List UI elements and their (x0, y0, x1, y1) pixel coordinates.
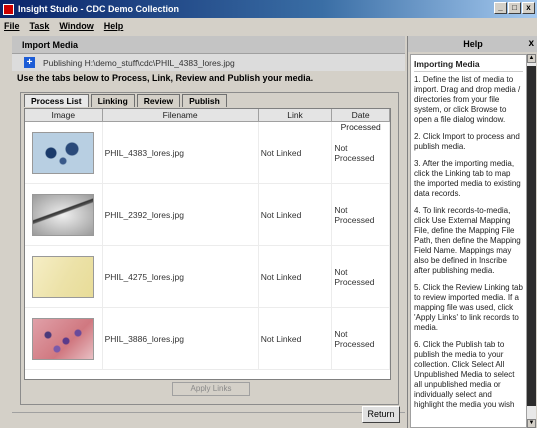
close-button[interactable]: x (522, 2, 535, 14)
menu-file[interactable]: File (4, 21, 20, 31)
image-cell (25, 184, 103, 245)
filename-cell: PHIL_3886_lores.jpg (103, 308, 259, 369)
help-close-icon[interactable]: x (528, 36, 534, 52)
tab-linking[interactable]: Linking (90, 94, 135, 107)
app-icon (3, 3, 14, 15)
thumbnail-image (32, 193, 95, 236)
menu-task[interactable]: Task (30, 21, 50, 31)
import-media-panel: Import Media + Publishing H:\demo_stuff\… (12, 36, 405, 428)
media-table: Image Filename Link Date Processed PHIL_… (24, 108, 391, 380)
date-cell: Not Processed (332, 308, 390, 369)
column-header-date[interactable]: Date Processed (332, 109, 390, 132)
help-panel: Help x Importing Media 1. Define the lis… (407, 36, 537, 428)
help-step: 1. Define the list of media to import. D… (414, 75, 521, 124)
tab-process-list[interactable]: Process List (24, 94, 89, 107)
plus-icon[interactable]: + (24, 57, 35, 68)
scroll-down-icon[interactable]: ▼ (527, 419, 536, 428)
filename-cell: PHIL_4275_lores.jpg (103, 246, 259, 307)
link-cell: Not Linked (259, 122, 333, 183)
help-title: Help (408, 36, 537, 52)
help-heading: Importing Media (414, 59, 523, 72)
link-cell: Not Linked (259, 308, 333, 369)
column-header-link[interactable]: Link (259, 109, 333, 121)
column-header-filename[interactable]: Filename (103, 109, 259, 121)
table-row[interactable]: PHIL_4383_lores.jpg Not Linked Not Proce… (25, 122, 390, 184)
panel-title: Import Media (12, 36, 405, 54)
tab-review[interactable]: Review (136, 94, 181, 107)
help-content: Importing Media 1. Define the list of me… (410, 54, 527, 428)
date-cell: Not Processed (332, 122, 390, 183)
menu-window[interactable]: Window (59, 21, 93, 31)
help-step: 4. To link records-to-media, click Use E… (414, 206, 521, 275)
link-cell: Not Linked (259, 246, 333, 307)
image-cell (25, 122, 103, 183)
help-scrollbar[interactable]: ▲ ▼ (526, 54, 536, 428)
date-cell: Not Processed (332, 184, 390, 245)
title-bar: Insight Studio - CDC Demo Collection _ □… (0, 0, 537, 18)
window-controls: _ □ x (494, 2, 535, 14)
help-step: 2. Click Import to process and publish m… (414, 132, 520, 151)
table-header: Image Filename Link Date Processed (25, 109, 390, 132)
tab-publish[interactable]: Publish (182, 94, 227, 107)
menu-help[interactable]: Help (104, 21, 124, 31)
help-step: 6. Click the Publish tab to publish the … (414, 340, 515, 409)
menu-bar: File Task Window Help (0, 18, 537, 34)
window-title: Insight Studio - CDC Demo Collection (18, 4, 179, 14)
maximize-button[interactable]: □ (508, 2, 521, 14)
scroll-thumb[interactable] (527, 66, 536, 406)
table-row[interactable]: PHIL_2392_lores.jpg Not Linked Not Proce… (25, 184, 390, 246)
column-header-image[interactable]: Image (25, 109, 103, 121)
image-cell (25, 308, 103, 369)
table-row[interactable]: PHIL_4275_lores.jpg Not Linked Not Proce… (25, 246, 390, 308)
thumbnail-image (32, 317, 95, 360)
tab-bar: Process List Linking Review Publish (24, 94, 229, 107)
divider (12, 412, 405, 413)
image-cell (25, 246, 103, 307)
minimize-button[interactable]: _ (494, 2, 507, 14)
apply-links-button[interactable]: Apply Links (172, 382, 250, 396)
link-cell: Not Linked (259, 184, 333, 245)
help-step: 5. Click the Review Linking tab to revie… (414, 283, 523, 332)
filename-cell: PHIL_2392_lores.jpg (103, 184, 259, 245)
scroll-up-icon[interactable]: ▲ (527, 54, 536, 63)
filename-cell: PHIL_4383_lores.jpg (103, 122, 259, 183)
publishing-status: + Publishing H:\demo_stuff\cdc\PHIL_4383… (12, 54, 405, 71)
publishing-text: Publishing H:\demo_stuff\cdc\PHIL_4383_l… (43, 57, 235, 68)
instructions: Use the tabs below to Process, Link, Rev… (17, 73, 314, 83)
help-step: 3. After the importing media, click the … (414, 159, 521, 198)
table-row[interactable]: PHIL_3886_lores.jpg Not Linked Not Proce… (25, 308, 390, 370)
thumbnail-image (32, 255, 95, 298)
date-cell: Not Processed (332, 246, 390, 307)
return-button[interactable]: Return (362, 406, 400, 423)
thumbnail-image (32, 131, 95, 174)
